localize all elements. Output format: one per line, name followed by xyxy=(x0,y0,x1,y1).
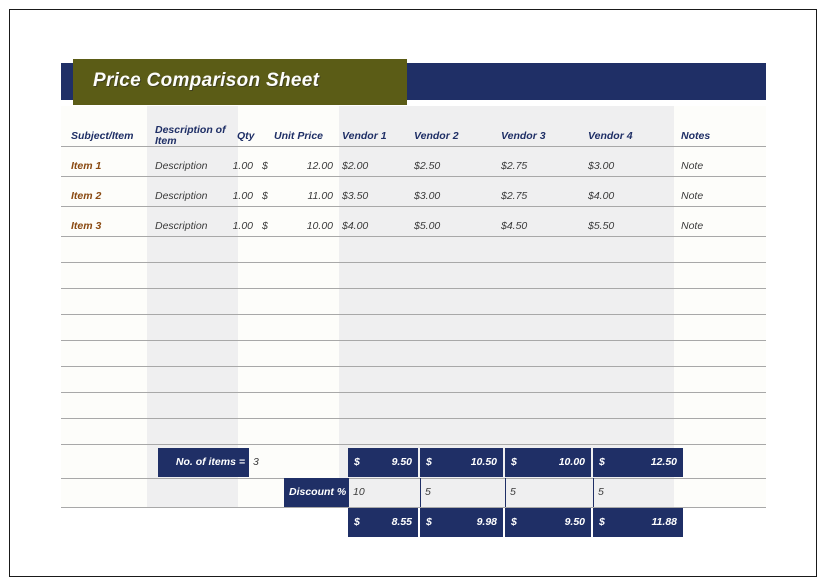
cell-vendor-4: $5.50 xyxy=(588,220,615,232)
grid-line xyxy=(61,206,766,207)
price-comparison-table: Subject/Item Description of Item Qty Uni… xyxy=(61,106,766,537)
grid-line xyxy=(61,236,766,237)
discount-value-vendor-4[interactable]: 5 xyxy=(598,486,604,498)
cell-qty: 1.00 xyxy=(232,160,253,172)
grid-line xyxy=(61,288,766,289)
cell-unit-price: 11.00 xyxy=(307,190,334,202)
cell-vendor-1: $3.50 xyxy=(342,190,369,202)
column-header-vendor-1: Vendor 1 xyxy=(342,130,387,142)
column-header-subject: Subject/Item xyxy=(71,130,134,142)
page-canvas: Price Comparison Sheet Subject/Item Desc… xyxy=(9,9,817,577)
cell-unit-currency: $ xyxy=(262,160,268,172)
cell-vendor-2: $3.00 xyxy=(414,190,441,202)
cell-vendor-2: $5.00 xyxy=(414,220,441,232)
column-header-notes: Notes xyxy=(681,130,711,142)
cell-vendor-3: $4.50 xyxy=(501,220,528,232)
total-value-vendor-2: 9.98 xyxy=(476,516,497,528)
column-header-vendor-2: Vendor 2 xyxy=(414,130,459,142)
cell-vendor-1: $2.00 xyxy=(342,160,369,172)
discount-separator xyxy=(505,478,506,507)
total-value-vendor-3: 9.50 xyxy=(564,516,585,528)
page-title: Price Comparison Sheet xyxy=(93,70,320,91)
column-header-unit-price: Unit Price xyxy=(274,130,324,142)
cell-description: Description xyxy=(155,190,208,202)
cell-description: Description xyxy=(155,160,208,172)
cell-subject: Item 1 xyxy=(71,160,102,172)
subtotal-value-vendor-2: 10.50 xyxy=(470,456,497,468)
grid-line xyxy=(61,478,766,479)
cell-unit-currency: $ xyxy=(262,190,268,202)
column-header-qty: Qty xyxy=(237,130,255,142)
grid-line xyxy=(61,392,766,393)
grid-line xyxy=(61,262,766,263)
cell-vendor-3: $2.75 xyxy=(501,160,528,172)
discount-separator xyxy=(348,478,349,507)
total-value-vendor-1: 8.55 xyxy=(391,516,412,528)
discount-separator xyxy=(420,478,421,507)
cell-subject: Item 2 xyxy=(71,190,102,202)
cell-notes: Note xyxy=(681,190,704,202)
discount-value-vendor-2[interactable]: 5 xyxy=(425,486,431,498)
subtotal-value-vendor-1: 9.50 xyxy=(391,456,412,468)
cell-notes: Note xyxy=(681,160,704,172)
cell-vendor-1: $4.00 xyxy=(342,220,369,232)
title-banner-olive: Price Comparison Sheet xyxy=(73,59,407,105)
cell-notes: Note xyxy=(681,220,704,232)
total-value-vendor-4: 11.88 xyxy=(651,516,678,528)
cell-vendor-4: $3.00 xyxy=(588,160,615,172)
cell-vendor-4: $4.00 xyxy=(588,190,615,202)
grid-line xyxy=(61,366,766,367)
cell-unit-price: 12.00 xyxy=(306,160,333,172)
grid-line xyxy=(61,314,766,315)
cell-description: Description xyxy=(155,220,208,232)
discount-label: Discount % xyxy=(289,486,347,498)
cell-unit-price: 10.00 xyxy=(306,220,333,232)
subtotal-value-vendor-4: 12.50 xyxy=(650,456,677,468)
item-count-value[interactable]: 3 xyxy=(253,456,259,468)
column-header-vendor-4: Vendor 4 xyxy=(588,130,633,142)
item-count-label: No. of items = xyxy=(175,456,245,468)
column-header-vendor-3: Vendor 3 xyxy=(501,130,546,142)
column-header-description: Description of Item xyxy=(155,124,226,147)
cell-qty: 1.00 xyxy=(232,190,253,202)
discount-value-vendor-1[interactable]: 10 xyxy=(353,486,365,498)
discount-separator xyxy=(593,478,594,507)
grid-line xyxy=(61,340,766,341)
cell-qty: 1.00 xyxy=(232,220,253,232)
cell-vendor-2: $2.50 xyxy=(414,160,441,172)
grid-line xyxy=(61,444,766,445)
cell-vendor-3: $2.75 xyxy=(501,190,528,202)
cell-unit-currency: $ xyxy=(262,220,268,232)
grid-line xyxy=(61,418,766,419)
cell-subject: Item 3 xyxy=(71,220,102,232)
grid-line xyxy=(61,176,766,177)
discount-value-vendor-3[interactable]: 5 xyxy=(510,486,516,498)
subtotal-value-vendor-3: 10.00 xyxy=(558,456,585,468)
